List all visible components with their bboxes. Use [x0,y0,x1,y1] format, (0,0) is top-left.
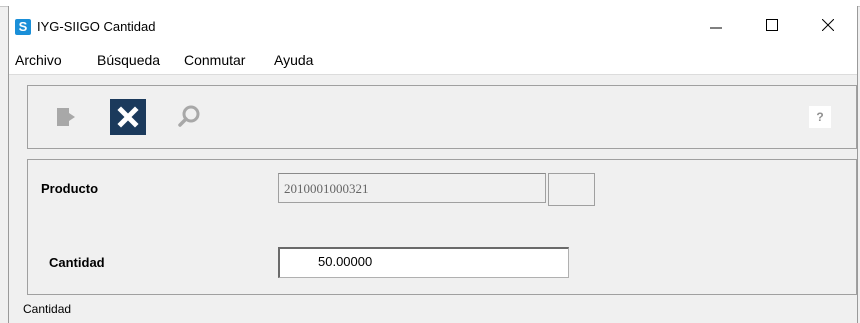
product-label: Producto [41,181,99,196]
product-field: 2010001000321 [278,173,546,203]
toolbar: ? [27,85,857,149]
quantity-input[interactable]: 50.00000 [278,247,569,278]
help-button[interactable]: ? [809,106,831,128]
form-panel: Producto 2010001000321 Cantidad 50.00000 [27,159,857,295]
app-logo-icon: S [15,19,31,35]
search-button[interactable] [171,99,207,135]
status-bar-text: Cantidad [23,302,72,316]
minimize-icon [710,27,722,29]
x-close-icon [117,106,139,128]
exit-button[interactable] [48,99,84,135]
quantity-label: Cantidad [49,255,105,270]
app-window: S IYG-SIIGO Cantidad Archivo Búsqueda Co… [8,6,858,323]
title-bar[interactable]: S IYG-SIIGO Cantidad [9,6,857,44]
menu-archivo[interactable]: Archivo [15,52,62,68]
product-description-field [548,173,595,206]
maximize-icon [766,19,778,31]
menu-conmutar[interactable]: Conmutar [184,52,245,68]
window-title: IYG-SIIGO Cantidad [37,19,156,34]
menu-ayuda[interactable]: Ayuda [274,52,313,68]
close-button[interactable] [805,10,851,40]
close-icon [822,19,834,31]
maximize-button[interactable] [749,10,795,40]
menu-bar: Archivo Búsqueda Conmutar Ayuda [9,44,857,75]
cancel-button[interactable] [110,99,146,135]
exit-door-icon [57,108,75,126]
search-icon [178,105,200,127]
menu-busqueda[interactable]: Búsqueda [97,52,160,68]
minimize-button[interactable] [693,10,739,40]
